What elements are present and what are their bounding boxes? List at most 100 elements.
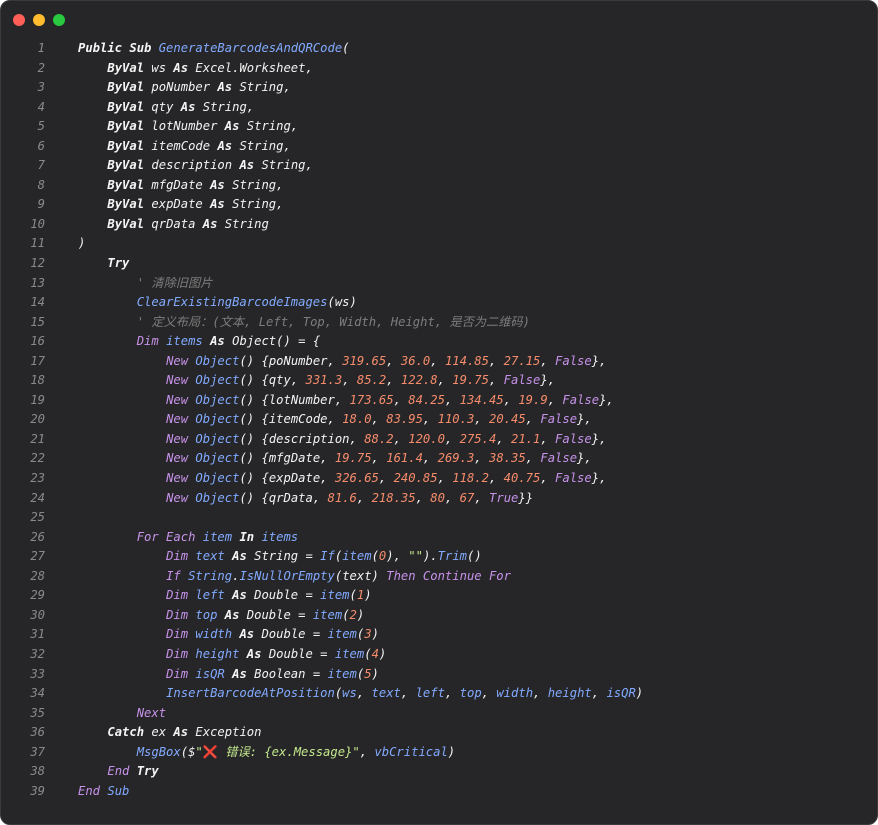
code-token: False — [540, 451, 578, 466]
code-token: Dim — [166, 646, 196, 661]
code-token: , — [444, 392, 460, 407]
code-token: Sub — [107, 783, 130, 798]
code-text: Catch ex As Exception — [78, 723, 261, 743]
code-token: For Each — [136, 529, 203, 544]
code-token: As — [224, 119, 247, 134]
code-token: }, — [599, 392, 614, 407]
code-token: ByVal — [107, 158, 152, 173]
code-editor[interactable]: 1 Public Sub GenerateBarcodesAndQRCode(2 … — [1, 39, 643, 801]
close-button[interactable] — [13, 14, 25, 26]
code-token: }, — [591, 471, 607, 486]
code-token: ByVal — [107, 216, 152, 231]
code-token: New — [166, 412, 196, 427]
code-token: Dim — [166, 627, 196, 642]
code-token: ). — [422, 549, 438, 564]
code-token: String, — [261, 158, 313, 173]
code-text: ' 清除旧图片 — [78, 274, 213, 294]
code-token: As — [210, 177, 233, 192]
code-token: ClearExistingBarcodeImages — [136, 295, 328, 310]
code-line: 37 MsgBox($"❌ 错误: {ex.Message}", vbCriti… — [1, 743, 643, 763]
code-token: }, — [577, 451, 592, 466]
code-token: 81.6 — [327, 490, 357, 505]
code-token: text — [371, 686, 401, 701]
code-token: ByVal — [107, 197, 152, 212]
code-token: Try — [107, 256, 130, 271]
code-token: As — [180, 99, 203, 114]
code-token: , — [533, 686, 548, 701]
code-token: False — [555, 431, 592, 446]
code-token: 19.75 — [452, 373, 489, 388]
code-token: New — [166, 490, 196, 505]
line-number: 20 — [30, 412, 45, 427]
code-token: Public Sub — [78, 41, 159, 55]
code-token: }, — [591, 353, 607, 368]
code-token: As — [239, 627, 262, 642]
code-token: mfgDate, — [268, 451, 335, 466]
code-token: Try — [136, 764, 159, 779]
code-line: 32 Dim height As Double = item(4) — [1, 645, 643, 665]
code-token: As — [224, 607, 247, 622]
code-line: 1 Public Sub GenerateBarcodesAndQRCode( — [1, 39, 643, 59]
code-token: String = — [254, 549, 321, 564]
code-text: New Object() {description, 88.2, 120.0, … — [78, 430, 606, 450]
code-token: New — [166, 471, 196, 486]
code-token: Double = — [268, 646, 335, 661]
code-token: Next — [136, 705, 167, 720]
line-number: 27 — [30, 549, 45, 564]
code-token: description, — [268, 431, 365, 446]
code-token: , — [444, 686, 460, 701]
line-number: 31 — [30, 627, 45, 642]
code-token: Catch — [107, 725, 152, 740]
minimize-button[interactable] — [33, 14, 45, 26]
line-number: 10 — [30, 216, 45, 231]
code-token: itemCode, — [268, 412, 343, 427]
code-token: ($ — [180, 744, 196, 759]
code-token: , — [474, 451, 489, 466]
code-token: expDate, — [268, 471, 335, 486]
code-token: 88.2 — [364, 431, 394, 446]
code-token: , — [356, 686, 372, 701]
code-token: " — [195, 744, 203, 759]
code-token: () { — [239, 412, 269, 427]
code-text: New Object() {mfgDate, 19.75, 161.4, 269… — [78, 449, 592, 469]
line-number: 35 — [30, 705, 45, 720]
code-token: , — [488, 353, 504, 368]
code-token: Excel.Worksheet, — [195, 60, 313, 75]
code-token: () { — [239, 490, 269, 505]
code-token: GenerateBarcodesAndQRCode — [158, 41, 343, 55]
code-text: ByVal poNumber As String, — [78, 78, 290, 98]
code-text: ByVal itemCode As String, — [78, 137, 290, 157]
code-token: ' 定义布局：(文本, Left, Top, Width, Height, 是否… — [136, 314, 530, 329]
code-token: Dim — [136, 334, 167, 349]
code-token: ) — [371, 666, 379, 681]
code-token: qrData — [151, 216, 203, 231]
code-token: 275.4 — [459, 431, 497, 446]
zoom-button[interactable] — [53, 14, 65, 26]
code-text: ByVal qty As String, — [78, 98, 254, 118]
code-token: () { — [239, 373, 269, 388]
code-token: 269.3 — [437, 451, 475, 466]
code-token: 83.95 — [386, 412, 423, 427]
code-token: left — [415, 686, 445, 701]
code-token: ) — [371, 568, 387, 583]
code-text: InsertBarcodeAtPosition(ws, text, left, … — [78, 684, 643, 704]
code-token: Dim — [166, 666, 196, 681]
code-token: ' 清除旧图片 — [136, 275, 213, 290]
code-line: 24 New Object() {qrData, 81.6, 218.35, 8… — [1, 489, 643, 509]
code-token: End — [78, 783, 108, 798]
code-token: , — [444, 431, 460, 446]
code-line: 25 — [1, 508, 643, 528]
code-token: New — [166, 373, 196, 388]
code-token: ByVal — [107, 99, 152, 114]
code-token: 19.75 — [334, 451, 372, 466]
code-token: top — [195, 607, 225, 622]
code-text: Dim width As Double = item(3) — [78, 625, 379, 645]
code-token: ByVal — [107, 138, 152, 153]
code-token: Exception — [195, 725, 262, 740]
code-token: 4 — [371, 646, 379, 661]
